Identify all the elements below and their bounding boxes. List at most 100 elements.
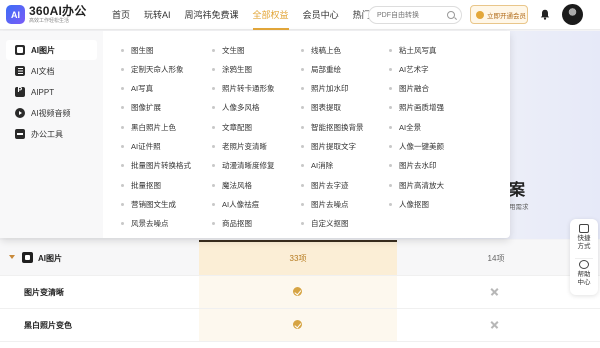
tool-item[interactable]: 涂鸦生图 — [212, 63, 252, 75]
tool-item[interactable]: 人像多风格 — [212, 102, 260, 114]
tool-label: 局部重绘 — [311, 64, 341, 74]
nav-home[interactable]: 首页 — [112, 0, 130, 30]
tool-label: 批量抠图 — [131, 180, 161, 190]
tool-item[interactable]: 照片转卡通形象 — [212, 83, 275, 95]
search-icon[interactable] — [447, 11, 455, 19]
tool-item[interactable]: 局部重绘 — [301, 63, 341, 75]
tool-item[interactable]: 黑白照片上色 — [121, 121, 176, 133]
tool-item[interactable]: 批量图片转换格式 — [121, 160, 191, 172]
toolbox-icon — [15, 129, 25, 139]
category-label: AI文档 — [31, 66, 55, 76]
bullet-icon — [301, 222, 304, 226]
bullet-icon — [389, 164, 392, 168]
tool-item[interactable]: 定制天命人形象 — [121, 63, 184, 75]
avatar[interactable] — [562, 4, 583, 25]
bullet-icon — [389, 125, 392, 129]
tool-item[interactable]: 文生图 — [212, 44, 245, 56]
tool-item[interactable]: 粘土风写真 — [389, 44, 437, 56]
nav-member-center[interactable]: 会员中心 — [303, 0, 339, 30]
caret-down-icon[interactable] — [9, 255, 15, 259]
category-ai-image[interactable]: AI图片 — [6, 40, 97, 60]
category-ai-video-audio[interactable]: AI视频音频 — [6, 103, 97, 123]
tool-item[interactable]: 人像抠图 — [389, 198, 429, 210]
tool-item[interactable]: 人像一键美颜 — [389, 141, 444, 153]
video-icon — [15, 108, 25, 118]
tool-item[interactable]: 风景去噪点 — [121, 218, 169, 230]
shortcut-button[interactable]: 快捷方式 — [570, 224, 598, 251]
nav-free-course[interactable]: 周鸿祎免费课 — [185, 0, 239, 30]
row-label: 图片变清晰 — [24, 288, 64, 297]
divider — [575, 258, 593, 259]
tool-item[interactable]: 智能抠图换背景 — [301, 121, 364, 133]
tool-label: 照片加水印 — [311, 84, 349, 94]
search-input[interactable] — [377, 10, 447, 21]
tool-item[interactable]: 图表提取 — [301, 102, 341, 114]
category-ai-document[interactable]: AI文档 — [6, 61, 97, 81]
help-icon — [579, 260, 589, 269]
tool-item[interactable]: 批量抠图 — [121, 179, 161, 191]
tool-label: AI艺术字 — [399, 64, 429, 74]
tool-item[interactable]: 商品抠图 — [212, 218, 252, 230]
tool-item[interactable]: 图生图 — [121, 44, 154, 56]
bullet-icon — [121, 48, 124, 52]
tool-item[interactable]: 图片去字迹 — [301, 179, 349, 191]
bullet-icon — [389, 145, 392, 148]
category-ai-ppt[interactable]: AIPPT — [6, 82, 97, 102]
tool-item[interactable]: 照片画质增强 — [389, 102, 444, 114]
tool-item[interactable]: 图片高清放大 — [389, 179, 444, 191]
bullet-icon — [121, 106, 124, 110]
tool-item[interactable]: 营销图文生成 — [121, 198, 176, 210]
tool-item[interactable]: AI艺术字 — [389, 63, 429, 75]
bullet-icon — [301, 67, 304, 71]
ppt-icon — [15, 87, 25, 97]
bullet-icon — [121, 183, 124, 187]
tool-label: 风景去噪点 — [131, 219, 169, 229]
bullet-icon — [301, 87, 304, 91]
tool-item[interactable]: 图片去噪点 — [301, 198, 349, 210]
hero-subtitle: 用需求 — [509, 204, 529, 211]
search-box[interactable] — [368, 6, 462, 24]
tool-item[interactable]: 自定义抠图 — [301, 218, 349, 230]
top-header: AI 360AI办公 高效工作轻松生活 首页 玩转AI 周鸿祎免费课 全部权益 … — [0, 0, 600, 30]
brand-logo[interactable]: AI 360AI办公 高效工作轻松生活 — [6, 5, 86, 24]
tool-item[interactable]: 线稿上色 — [301, 44, 341, 56]
tool-item[interactable]: AI证件照 — [121, 141, 161, 153]
tool-label: 商品抠图 — [222, 219, 252, 229]
cross-icon — [490, 287, 499, 296]
bullet-icon — [301, 106, 304, 110]
tool-item[interactable]: 动漫清晰度修复 — [212, 160, 275, 172]
tool-item[interactable]: AI消除 — [301, 160, 333, 172]
bullet-icon — [212, 67, 215, 71]
brand-tagline: 高效工作轻松生活 — [29, 18, 70, 24]
bullet-icon — [121, 145, 124, 148]
help-center-button[interactable]: 帮助中心 — [570, 260, 598, 287]
tool-label: AI消除 — [311, 161, 334, 171]
tool-item[interactable]: 图像扩展 — [121, 102, 161, 114]
tool-label: 文生图 — [222, 45, 245, 55]
tool-item[interactable]: AI写真 — [121, 83, 153, 95]
tool-item[interactable]: AI人像祛痘 — [212, 198, 259, 210]
benefits-dropdown-menu: AI图片 AI文档 AIPPT AI视频音频 办公工具 图生图 文生图 线稿上色 粘土… — [0, 31, 510, 238]
table-header-row[interactable]: AI图片 33项 14项 — [0, 240, 600, 276]
bell-icon[interactable] — [540, 9, 550, 20]
category-office-tools[interactable]: 办公工具 — [6, 124, 97, 144]
tool-item[interactable]: 图片去水印 — [389, 160, 437, 172]
help-label: 帮助中心 — [577, 271, 591, 287]
tool-item[interactable]: 图片融合 — [389, 83, 429, 95]
tool-item[interactable]: 图片提取文字 — [301, 141, 356, 153]
nav-all-benefits[interactable]: 全部权益 — [252, 0, 289, 30]
vip-count: 33项 — [289, 254, 307, 263]
free-count: 14项 — [487, 254, 505, 263]
bullet-icon — [389, 183, 392, 187]
tool-label: 人像抠图 — [399, 199, 429, 209]
tool-item[interactable]: 老照片变清晰 — [212, 141, 267, 153]
tool-item[interactable]: 照片加水印 — [301, 83, 349, 95]
brand-text: 360AI办公 高效工作轻松生活 — [29, 5, 86, 24]
tool-label: 图生图 — [131, 45, 154, 55]
tool-item[interactable]: 魔法风格 — [212, 179, 252, 191]
tool-item[interactable]: 文章配图 — [212, 121, 252, 133]
nav-play-ai[interactable]: 玩转AI — [144, 0, 171, 30]
tool-item[interactable]: AI全景 — [389, 121, 421, 133]
row-label: 黑白照片变色 — [24, 321, 72, 330]
open-vip-button[interactable]: 立即开通会员 — [470, 5, 528, 24]
